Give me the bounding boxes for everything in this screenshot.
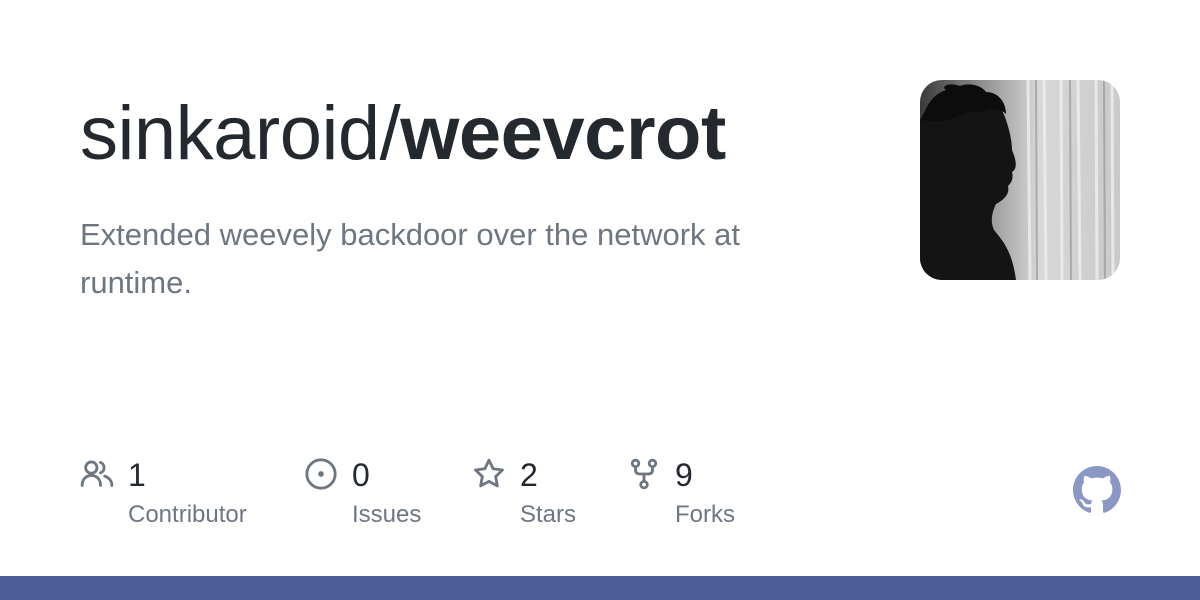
repo-forked-icon: [630, 458, 658, 490]
owner-avatar: [920, 80, 1120, 280]
repo-name: weevcrot: [400, 91, 726, 176]
github-logo-icon[interactable]: [1073, 466, 1121, 514]
stars-label: Stars: [520, 501, 577, 528]
issues-label: Issues: [352, 501, 422, 528]
language-bar: [0, 576, 1200, 600]
forks-count: 9: [675, 457, 693, 493]
issue-opened-icon: [305, 458, 337, 490]
stars-count: 2: [520, 457, 538, 493]
contributors-count: 1: [128, 457, 146, 493]
people-icon: [80, 460, 114, 487]
forks-label: Forks: [675, 501, 735, 528]
star-icon: [474, 458, 504, 488]
repo-title: sinkaroid/weevcrot: [80, 88, 726, 180]
repo-owner: sinkaroid/: [80, 91, 401, 176]
issues-count: 0: [352, 457, 370, 493]
repo-social-card: sinkaroid/weevcrot Extended weevely back…: [0, 0, 1200, 600]
contributors-label: Contributor: [128, 501, 247, 528]
repo-description: Extended weevely backdoor over the netwo…: [80, 217, 740, 300]
